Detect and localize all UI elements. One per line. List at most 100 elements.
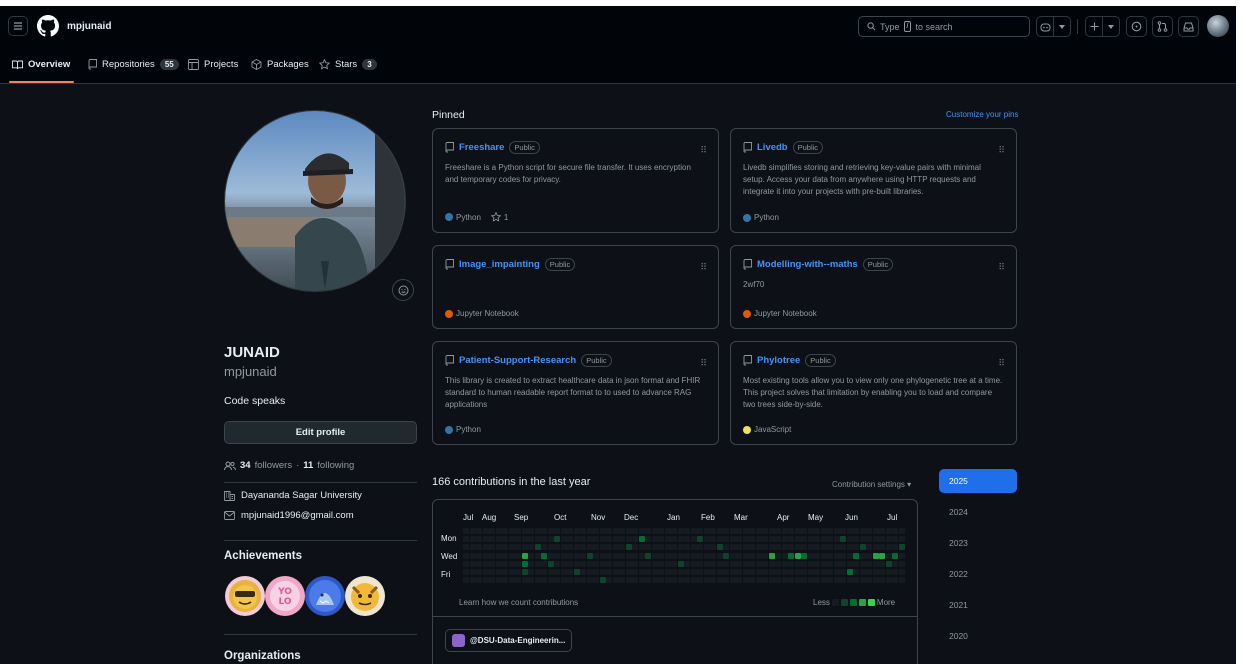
- drag-handle-icon[interactable]: ⠿: [700, 358, 707, 369]
- contribution-cell[interactable]: [840, 544, 846, 551]
- contribution-cell[interactable]: [866, 536, 872, 543]
- contribution-cell[interactable]: [879, 544, 885, 551]
- contribution-cell[interactable]: [606, 544, 612, 551]
- contribution-cell[interactable]: [521, 544, 528, 551]
- contribution-cell[interactable]: [762, 569, 768, 575]
- followers-label[interactable]: followers: [255, 460, 293, 471]
- contribution-cell[interactable]: [541, 536, 547, 543]
- contribution-cell[interactable]: [580, 560, 586, 567]
- contribution-cell[interactable]: [697, 528, 703, 534]
- contribution-cell[interactable]: [534, 552, 541, 559]
- contribution-cell[interactable]: [612, 528, 619, 534]
- contribution-cell[interactable]: [567, 552, 573, 559]
- contribution-cell[interactable]: [788, 552, 794, 559]
- contribution-cell[interactable]: [495, 560, 502, 567]
- contribution-cell[interactable]: [612, 552, 619, 559]
- contribution-cell[interactable]: [606, 528, 612, 534]
- contribution-cell[interactable]: [742, 577, 749, 584]
- contribution-cell[interactable]: [716, 560, 723, 567]
- contribution-cell[interactable]: [749, 560, 755, 567]
- contribution-cell[interactable]: [560, 528, 567, 534]
- year-link-2022[interactable]: 2022: [939, 562, 1017, 586]
- contribution-cell[interactable]: [788, 569, 794, 575]
- year-link-2020[interactable]: 2020: [939, 624, 1017, 648]
- contribution-cell[interactable]: [482, 577, 489, 584]
- contribution-cell[interactable]: [671, 528, 677, 534]
- contribution-cell[interactable]: [586, 577, 593, 584]
- contribution-cell[interactable]: [807, 544, 814, 551]
- contribution-cell[interactable]: [515, 552, 521, 559]
- contribution-cell[interactable]: [827, 544, 833, 551]
- contribution-cell[interactable]: [547, 536, 554, 543]
- contribution-cell[interactable]: [677, 536, 684, 543]
- contribution-cell[interactable]: [833, 560, 840, 567]
- contribution-cell[interactable]: [755, 544, 762, 551]
- contribution-cell[interactable]: [820, 560, 827, 567]
- contribution-cell[interactable]: [723, 560, 729, 567]
- contribution-cell[interactable]: [768, 560, 775, 567]
- contribution-cell[interactable]: [664, 577, 671, 584]
- contribution-cell[interactable]: [703, 577, 710, 584]
- contribution-cell[interactable]: [606, 536, 612, 543]
- contribution-cell[interactable]: [463, 569, 469, 575]
- contribution-cell[interactable]: [742, 528, 749, 534]
- contribution-cell[interactable]: [612, 569, 619, 575]
- contribution-cell[interactable]: [775, 536, 781, 543]
- contribution-cell[interactable]: [638, 544, 645, 551]
- contribution-cell[interactable]: [716, 577, 723, 584]
- contribution-cell[interactable]: [658, 569, 664, 575]
- contribution-cell[interactable]: [658, 560, 664, 567]
- chevron-down-icon[interactable]: [1102, 17, 1119, 36]
- following-label[interactable]: following: [317, 460, 354, 471]
- contribution-cell[interactable]: [567, 536, 573, 543]
- contribution-cell[interactable]: [482, 552, 489, 559]
- contribution-cell[interactable]: [703, 552, 710, 559]
- contribution-cell[interactable]: [775, 560, 781, 567]
- contribution-cell[interactable]: [781, 528, 788, 534]
- contribution-cell[interactable]: [560, 569, 567, 575]
- contribution-cell[interactable]: [690, 544, 697, 551]
- contribution-cell[interactable]: [859, 569, 866, 575]
- contribution-cell[interactable]: [508, 536, 515, 543]
- contribution-cell[interactable]: [749, 536, 755, 543]
- contribution-cell[interactable]: [684, 552, 690, 559]
- contribution-cell[interactable]: [469, 569, 476, 575]
- contribution-cell[interactable]: [807, 560, 814, 567]
- year-link-2024[interactable]: 2024: [939, 500, 1017, 524]
- contribution-cell[interactable]: [645, 528, 651, 534]
- contribution-cell[interactable]: [625, 560, 632, 567]
- contribution-cell[interactable]: [573, 536, 580, 543]
- contribution-cell[interactable]: [619, 577, 625, 584]
- contribution-cell[interactable]: [508, 577, 515, 584]
- contribution-cell[interactable]: [872, 528, 879, 534]
- contribution-cell[interactable]: [658, 552, 664, 559]
- contribution-cell[interactable]: [716, 536, 723, 543]
- contribution-cell[interactable]: [521, 560, 528, 567]
- contribution-cell[interactable]: [677, 544, 684, 551]
- contribution-cell[interactable]: [541, 552, 547, 559]
- contribution-cell[interactable]: [866, 577, 872, 584]
- contribution-cell[interactable]: [593, 544, 599, 551]
- drag-handle-icon[interactable]: ⠿: [998, 145, 1005, 156]
- contribution-cell[interactable]: [716, 552, 723, 559]
- achievement-badge-pull-shark-icon[interactable]: [304, 575, 346, 617]
- contribution-cell[interactable]: [710, 544, 716, 551]
- contribution-cell[interactable]: [866, 544, 872, 551]
- contribution-settings-dropdown[interactable]: Contribution settings ▾: [832, 480, 911, 489]
- contribution-cell[interactable]: [833, 569, 840, 575]
- contribution-cell[interactable]: [677, 569, 684, 575]
- contribution-cell[interactable]: [463, 536, 469, 543]
- contribution-cell[interactable]: [619, 560, 625, 567]
- contribution-cell[interactable]: [476, 577, 482, 584]
- contribution-cell[interactable]: [710, 569, 716, 575]
- contribution-cell[interactable]: [619, 528, 625, 534]
- contribution-cell[interactable]: [554, 577, 560, 584]
- achievement-badge-quickdraw-icon[interactable]: [344, 575, 386, 617]
- contribution-cell[interactable]: [859, 560, 866, 567]
- contribution-cell[interactable]: [658, 536, 664, 543]
- contribution-cell[interactable]: [690, 528, 697, 534]
- contribution-cell[interactable]: [476, 560, 482, 567]
- contribution-cell[interactable]: [541, 528, 547, 534]
- contribution-cell[interactable]: [593, 528, 599, 534]
- contribution-cell[interactable]: [814, 552, 820, 559]
